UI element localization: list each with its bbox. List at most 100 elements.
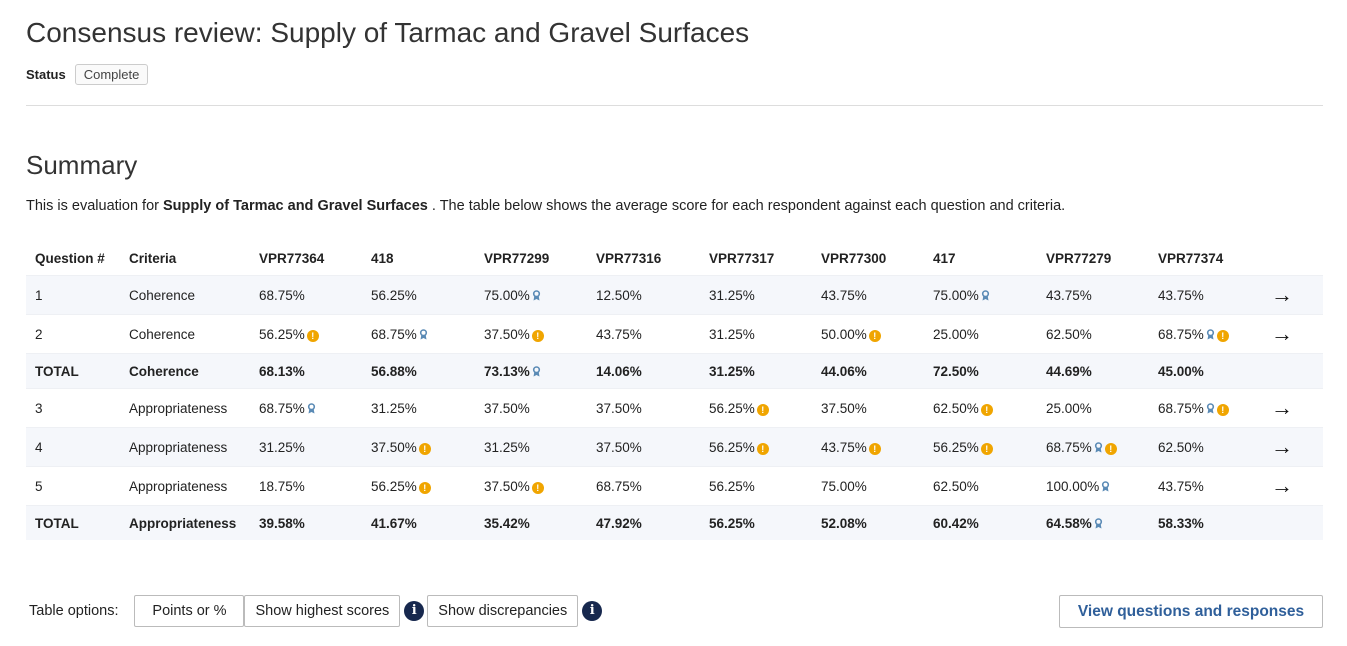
column-header: Question # xyxy=(35,251,105,266)
score-cell: 56.25% xyxy=(362,276,475,315)
table-header-row: Question # Criteria VPR77364 418 VPR77299 VPR… xyxy=(26,242,1323,276)
warning-icon: ! xyxy=(980,403,993,416)
score-value: 56.25% xyxy=(371,478,417,494)
score-cell: 73.13% xyxy=(475,354,587,389)
score-cell: 56.25% xyxy=(700,506,812,541)
score-value: 47.92% xyxy=(596,515,642,531)
score-cell: 68.75% xyxy=(250,276,362,315)
score-cell: 43.75% xyxy=(1149,467,1262,506)
medal-icon xyxy=(1206,402,1214,413)
score-cell: 44.06% xyxy=(812,354,924,389)
info-icon[interactable]: i xyxy=(582,601,603,621)
medal-icon xyxy=(981,289,989,300)
column-header: VPR77279 xyxy=(1046,251,1112,266)
score-value: 44.69% xyxy=(1046,363,1092,379)
criteria-cell: Appropriateness xyxy=(129,400,228,416)
score-value: 45.00% xyxy=(1158,363,1204,379)
score-cell: 52.08% xyxy=(812,506,924,541)
score-value: 56.25% xyxy=(709,478,755,494)
score-cell: 56.25%! xyxy=(362,467,475,506)
score-cell: 43.75% xyxy=(587,315,700,354)
table-row: 5 Appropriateness 18.75% 56.25%! 37.50%! 68.7… xyxy=(26,466,1323,506)
score-cell: 56.25%! xyxy=(250,315,362,354)
score-value: 56.25% xyxy=(371,287,417,303)
arrow-right-icon[interactable]: → xyxy=(1271,395,1293,420)
medal-icon xyxy=(1102,480,1110,491)
score-value: 35.42% xyxy=(484,515,530,531)
column-header: VPR77317 xyxy=(709,251,775,266)
score-value: 50.00% xyxy=(821,326,867,342)
score-cell: 56.25%! xyxy=(700,428,812,467)
warning-icon: ! xyxy=(1216,329,1229,342)
arrow-right-icon[interactable]: → xyxy=(1271,434,1293,459)
question-number: TOTAL xyxy=(35,363,79,379)
question-number: 5 xyxy=(35,478,43,494)
score-value: 31.25% xyxy=(371,400,417,416)
row-action-cell xyxy=(1262,354,1323,389)
score-value: 68.75% xyxy=(259,400,305,416)
criteria-cell: Appropriateness xyxy=(129,439,228,455)
score-value: 56.88% xyxy=(371,363,417,379)
score-value: 31.25% xyxy=(259,439,305,455)
table-row: 3 Appropriateness 68.75% 31.25% 37.50% 37.50%… xyxy=(26,388,1323,428)
points-or-percent-button[interactable]: Points or % xyxy=(134,595,245,627)
score-value: 68.75% xyxy=(1046,439,1092,455)
score-value: 43.75% xyxy=(1158,287,1204,303)
table-row: 2 Coherence 56.25%! 68.75% 37.50%! 43.75% 31.2… xyxy=(26,314,1323,354)
score-value: 72.50% xyxy=(933,363,979,379)
score-value: 14.06% xyxy=(596,363,642,379)
criteria-cell: Appropriateness xyxy=(129,515,237,531)
score-cell: 60.42% xyxy=(924,506,1037,541)
status-badge: Complete xyxy=(74,64,149,85)
score-value: 37.50% xyxy=(371,439,417,455)
medal-icon xyxy=(1094,517,1102,528)
score-value: 37.50% xyxy=(484,326,530,342)
warning-icon: ! xyxy=(306,329,319,342)
arrow-right-icon[interactable]: → xyxy=(1271,282,1293,307)
arrow-right-icon[interactable]: → xyxy=(1271,321,1293,346)
column-header: VPR77300 xyxy=(821,251,887,266)
score-value: 60.42% xyxy=(933,515,979,531)
score-value: 43.75% xyxy=(1046,287,1092,303)
score-cell: 12.50% xyxy=(587,276,700,315)
score-value: 68.13% xyxy=(259,363,305,379)
score-value: 68.75% xyxy=(596,478,642,494)
score-value: 52.08% xyxy=(821,515,867,531)
score-cell: 56.25%! xyxy=(924,428,1037,467)
show-discrepancies-button[interactable]: Show discrepancies xyxy=(427,595,579,627)
score-value: 31.25% xyxy=(709,287,755,303)
score-cell: 62.50% xyxy=(1149,428,1262,467)
score-cell: 37.50% xyxy=(587,428,700,467)
score-value: 62.50% xyxy=(933,400,979,416)
warning-icon: ! xyxy=(418,481,431,494)
row-action-cell: → xyxy=(1262,315,1323,354)
score-value: 73.13% xyxy=(484,363,530,379)
arrow-right-icon[interactable]: → xyxy=(1271,473,1293,498)
show-highest-scores-button[interactable]: Show highest scores xyxy=(244,595,401,627)
question-number: 2 xyxy=(35,326,43,342)
medal-icon xyxy=(419,328,427,339)
score-cell: 45.00% xyxy=(1149,354,1262,389)
warning-icon: ! xyxy=(868,329,881,342)
view-questions-and-responses-button[interactable]: View questions and responses xyxy=(1059,595,1323,628)
score-cell: 47.92% xyxy=(587,506,700,541)
score-cell: 37.50% xyxy=(475,389,587,428)
intro-text-start: This is evaluation for xyxy=(26,198,164,214)
score-cell: 75.00% xyxy=(812,467,924,506)
score-cell: 43.75% xyxy=(1037,276,1149,315)
score-value: 68.75% xyxy=(259,287,305,303)
score-value: 62.50% xyxy=(1158,439,1204,455)
row-action-cell xyxy=(1262,506,1323,541)
info-icon[interactable]: i xyxy=(404,601,425,621)
score-value: 62.50% xyxy=(933,478,979,494)
warning-icon: ! xyxy=(531,481,544,494)
status-label: Status xyxy=(26,67,66,82)
score-value: 43.75% xyxy=(821,439,867,455)
score-cell: 56.25% xyxy=(700,467,812,506)
score-value: 64.58% xyxy=(1046,515,1092,531)
score-cell: 31.25% xyxy=(362,389,475,428)
score-value: 18.75% xyxy=(259,478,305,494)
score-value: 43.75% xyxy=(596,326,642,342)
score-cell: 31.25% xyxy=(250,428,362,467)
score-value: 75.00% xyxy=(821,478,867,494)
